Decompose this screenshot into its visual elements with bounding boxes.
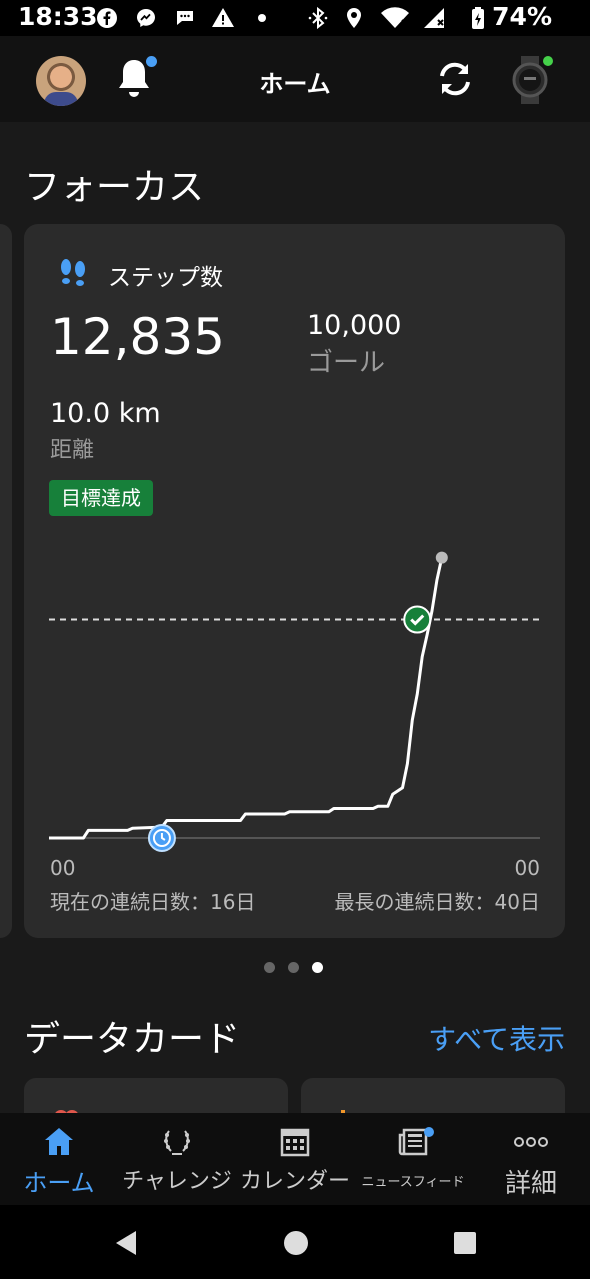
nav-label: チャレンジ — [122, 1169, 232, 1194]
footsteps-icon — [61, 259, 85, 286]
system-nav — [0, 1205, 590, 1279]
top-bar: ホーム — [0, 36, 590, 122]
focus-section-title: フォーカス — [24, 167, 205, 208]
status-time: 18:33 — [18, 2, 98, 31]
nav-label: 詳細 — [504, 1169, 557, 1199]
goal-achieved-badge: 目標達成 — [49, 480, 153, 516]
x-tick-start: 00 — [50, 856, 76, 880]
data-cards-section-title: データカード — [24, 1019, 241, 1060]
steps-card[interactable]: ステップ数 12,835 10,000 ゴール 10.0 km 距離 目標達成 … — [24, 224, 565, 938]
dot-icon — [258, 14, 266, 22]
goal-value: 10,000 — [307, 310, 402, 341]
bottom-nav: ホーム チャレンジ カレンダー ニュースフィード 詳細 — [0, 1113, 590, 1205]
clock-marker — [147, 824, 176, 852]
status-bar: 18:33 74% — [0, 0, 590, 36]
nav-calendar[interactable]: カレンダー — [236, 1113, 354, 1205]
series-end-point — [435, 551, 448, 564]
steps-chart — [49, 551, 540, 852]
steps-value: 12,835 — [50, 308, 225, 366]
calendar-icon — [280, 1128, 310, 1157]
x-tick-end: 00 — [514, 856, 540, 880]
home-icon — [45, 1128, 73, 1155]
distance-value: 10.0 km — [50, 398, 161, 429]
back-icon[interactable] — [112, 1229, 140, 1257]
steps-label: ステップ数 — [108, 265, 223, 291]
messenger-icon — [137, 9, 155, 27]
home-circle-icon[interactable] — [282, 1229, 310, 1257]
nav-newsfeed[interactable]: ニュースフィード — [354, 1113, 472, 1205]
nav-label: カレンダー — [239, 1169, 350, 1194]
nav-home[interactable]: ホーム — [0, 1113, 118, 1205]
device-connected-dot — [543, 56, 553, 66]
nav-challenges[interactable]: チャレンジ — [118, 1113, 236, 1205]
distance-label: 距離 — [50, 438, 95, 463]
location-icon — [347, 8, 361, 28]
nav-label: ホーム — [23, 1169, 95, 1197]
recents-icon[interactable] — [453, 1231, 477, 1255]
battery-percent: 74% — [492, 2, 552, 31]
signal-icon — [424, 8, 444, 28]
previous-card-edge[interactable] — [0, 224, 12, 938]
longest-streak: 最長の連続日数：40日 — [334, 890, 540, 914]
wifi-icon — [381, 7, 409, 29]
newsfeed-badge-dot — [424, 1127, 434, 1137]
laurel-icon — [164, 1130, 190, 1155]
pager-dot[interactable] — [312, 962, 323, 973]
page-title: ホーム — [259, 70, 331, 98]
goal-label: ゴール — [307, 348, 386, 378]
sync-icon[interactable] — [434, 58, 476, 100]
chat-icon — [177, 11, 193, 25]
view-all-link[interactable]: すべて表示 — [428, 1018, 565, 1058]
warning-icon — [212, 8, 234, 27]
battery-icon — [472, 7, 484, 29]
pager-dot[interactable] — [264, 962, 275, 973]
current-streak: 現在の連続日数：16日 — [50, 890, 256, 914]
nav-label: ニュースフィード — [361, 1175, 465, 1190]
pager-dot[interactable] — [288, 962, 299, 973]
nav-more[interactable]: 詳細 — [472, 1113, 590, 1205]
bluetooth-icon — [308, 6, 328, 30]
more-icon — [514, 1137, 548, 1147]
goal-check-marker — [403, 605, 432, 634]
steps-series-line — [49, 557, 444, 840]
facebook-icon — [97, 8, 117, 28]
